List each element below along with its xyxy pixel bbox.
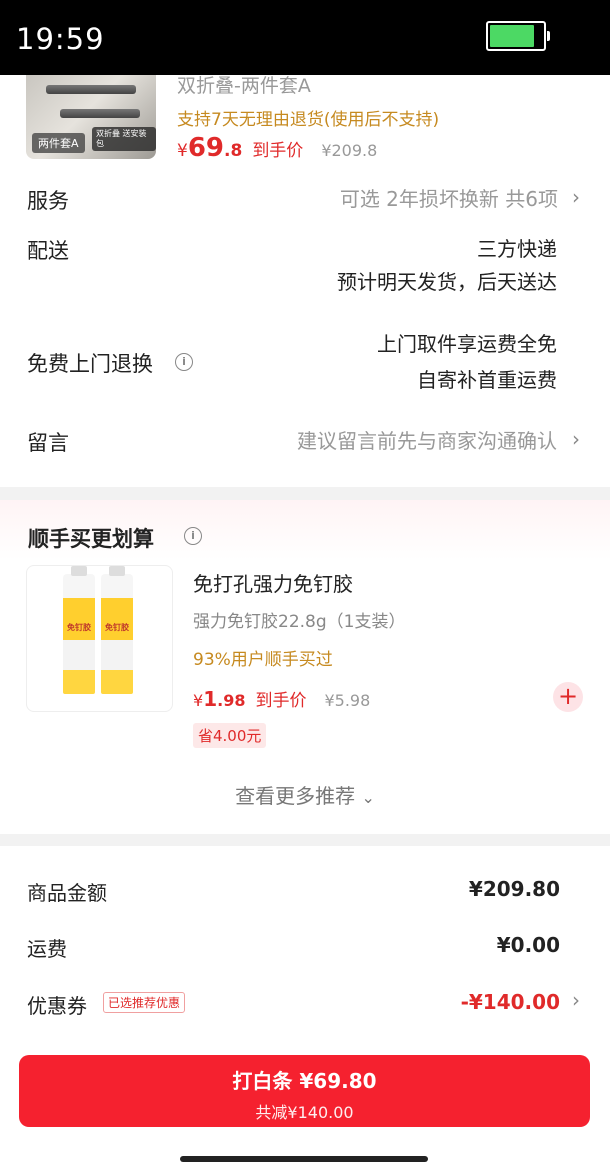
shipping-label: 运费 (27, 937, 67, 961)
recommend-item-image[interactable]: 免钉胶 免钉胶 (26, 565, 173, 712)
pay-button-discount: 共减¥140.00 (255, 1103, 354, 1122)
chevron-right-icon[interactable]: › (572, 185, 580, 209)
recommend-section: 顺手买更划算 i 免钉胶 免钉胶 免打孔强力免钉胶 强力免钉胶22.8g（1支装… (0, 500, 610, 834)
thumbnail-tag: 两件套A (32, 133, 85, 153)
free-return-label: 免费上门退换 (27, 352, 153, 376)
shipping-value: ¥0.00 (496, 933, 560, 957)
service-value[interactable]: 可选 2年损坏换新 共6项 (340, 182, 558, 217)
message-input[interactable]: 建议留言前先与商家沟通确认 (297, 424, 557, 459)
add-item-button[interactable]: + (553, 682, 583, 712)
chevron-right-icon[interactable]: › (572, 427, 580, 451)
free-return-line1: 上门取件享运费全免 (377, 332, 557, 356)
service-label: 服务 (27, 189, 69, 213)
chevron-right-icon[interactable]: › (572, 988, 580, 1012)
info-icon[interactable]: i (184, 527, 202, 545)
price-label: 到手价 (252, 141, 304, 161)
recommend-item-name[interactable]: 免打孔强力免钉胶 (193, 568, 353, 597)
info-icon[interactable]: i (175, 353, 193, 371)
pay-button[interactable]: 打白条 ¥69.80 共减¥140.00 (19, 1055, 590, 1127)
recommend-item-spec: 强力免钉胶22.8g（1支装） (193, 612, 406, 632)
coupon-tag: 已选推荐优惠 (103, 992, 186, 1013)
original-price: ¥209.8 (321, 141, 378, 160)
product-thumbnail[interactable]: 两件套A 双折叠 送安装包 (26, 75, 156, 159)
free-return-line2: 自寄补首重运费 (417, 368, 557, 392)
coupon-label: 优惠券 (27, 994, 87, 1018)
message-label: 留言 (27, 431, 69, 455)
goods-amount-label: 商品金额 (27, 881, 107, 905)
delivery-estimate: 预计明天发货，后天送达 (337, 270, 557, 294)
product-title: 双折叠-两件套A (177, 75, 311, 97)
more-recommend-link[interactable]: 查看更多推荐 ⌄ (0, 780, 610, 809)
status-time: 19:59 (16, 22, 105, 56)
chevron-down-icon: ⌄ (361, 788, 375, 807)
save-badge: 省4.00元 (193, 723, 267, 748)
coupon-value[interactable]: -¥140.00 (461, 990, 560, 1014)
totals-section: 商品金额 ¥209.80 运费 ¥0.00 优惠券 已选推荐优惠 -¥140.0… (0, 846, 610, 1173)
recommend-item-buy-rate: 93%用户顺手买过 (193, 650, 333, 670)
home-indicator[interactable] (180, 1156, 428, 1162)
delivery-method: 三方快递 (477, 237, 557, 261)
battery-fill (490, 25, 534, 47)
goods-amount-value: ¥209.80 (468, 877, 560, 901)
recommend-title: 顺手买更划算 (28, 527, 154, 551)
pay-button-label: 打白条 ¥69.80 (232, 1069, 377, 1093)
status-bar: 19:59 (0, 0, 610, 75)
recommend-item-price: ¥1.98 到手价 ¥5.98 (193, 687, 371, 711)
thumbnail-tag-secondary: 双折叠 送安装包 (92, 127, 156, 151)
battery-icon (486, 21, 550, 51)
delivery-label: 配送 (27, 239, 69, 263)
order-details-section: 两件套A 双折叠 送安装包 双折叠-两件套A 支持7天无理由退货(使用后不支持)… (0, 75, 610, 487)
product-price: ¥69.8 到手价 ¥209.8 (177, 133, 378, 163)
return-policy: 支持7天无理由退货(使用后不支持) (177, 110, 440, 130)
